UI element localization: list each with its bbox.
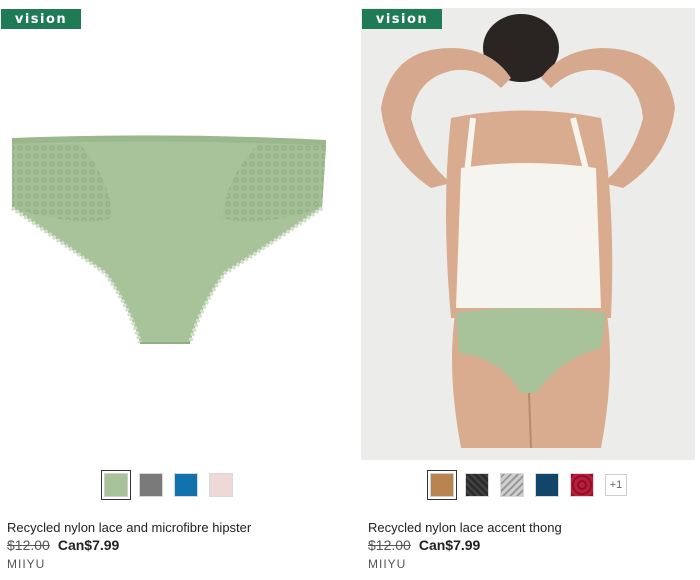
swatch-red-floral[interactable]: [570, 473, 594, 497]
more-colors-button[interactable]: +1: [605, 474, 627, 496]
product-card-thong[interactable]: vision +1 Recycled nylon lace accent tho…: [361, 8, 695, 571]
old-price: $12.00: [7, 537, 50, 553]
brand-name: MIIYU: [368, 557, 407, 571]
price-row: $12.00 Can$7.99: [368, 537, 480, 553]
hipster-garment-image: [10, 135, 326, 344]
product-image[interactable]: vision: [361, 8, 695, 460]
color-swatches: [101, 470, 244, 500]
vision-badge: vision: [362, 9, 442, 29]
sale-price: Can$7.99: [418, 537, 481, 553]
sale-price: Can$7.99: [57, 537, 120, 553]
swatch-blue[interactable]: [174, 473, 198, 497]
swatch-black-lace[interactable]: [465, 473, 489, 497]
swatch-navy[interactable]: [535, 473, 559, 497]
product-title[interactable]: Recycled nylon lace accent thong: [368, 520, 562, 535]
color-swatches: +1: [427, 470, 638, 500]
swatch-green[interactable]: [101, 470, 131, 500]
swatch-print[interactable]: [500, 473, 524, 497]
swatch-tan[interactable]: [427, 470, 457, 500]
vision-badge: vision: [1, 9, 81, 29]
product-title[interactable]: Recycled nylon lace and microfibre hipst…: [7, 520, 251, 535]
product-card-hipster[interactable]: vision Recycled nylon lace and microfibr…: [0, 8, 334, 571]
thong-model-image: [361, 8, 695, 460]
brand-name: MIIYU: [7, 557, 46, 571]
swatch-grey[interactable]: [139, 473, 163, 497]
old-price: $12.00: [368, 537, 411, 553]
product-image[interactable]: vision: [0, 8, 334, 460]
swatch-pink[interactable]: [209, 473, 233, 497]
price-row: $12.00 Can$7.99: [7, 537, 119, 553]
